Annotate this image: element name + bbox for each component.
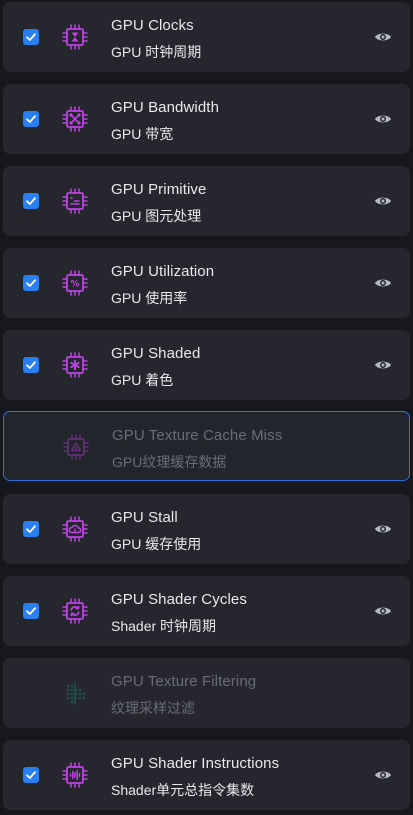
waveform-chip-icon	[59, 759, 91, 791]
metric-checkbox[interactable]	[23, 29, 39, 45]
metric-row[interactable]: GPU Shader Instructions Shader单元总指令集数	[3, 740, 410, 810]
metric-title: GPU Texture Filtering	[111, 673, 257, 690]
cache-chip-icon	[60, 431, 92, 463]
metric-title: GPU Primitive	[111, 181, 207, 198]
metric-subtitle: Shader 时钟周期	[111, 618, 217, 634]
metric-title: GPU Shaded	[111, 345, 201, 362]
metric-subtitle: 纹理采样过滤	[111, 700, 195, 716]
svg-text:%: %	[70, 280, 79, 290]
percent-chip-icon: %	[59, 267, 91, 299]
eye-icon[interactable]	[374, 603, 392, 619]
metric-checkbox[interactable]	[23, 603, 39, 619]
metric-title: GPU Stall	[111, 509, 178, 526]
metric-title: GPU Shader Cycles	[111, 591, 247, 608]
metric-title: GPU Utilization	[111, 263, 215, 280]
metric-checkbox[interactable]	[23, 767, 39, 783]
bandwidth-chip-icon	[59, 103, 91, 135]
metric-row[interactable]: GPU Shaded GPU 着色	[3, 330, 410, 400]
asterisk-chip-icon	[59, 349, 91, 381]
cloud-chip-icon	[59, 513, 91, 545]
metric-checkbox[interactable]	[23, 111, 39, 127]
metric-checkbox[interactable]	[23, 521, 39, 537]
metric-subtitle: GPU 缓存使用	[111, 536, 202, 552]
metric-title: GPU Clocks	[111, 17, 194, 34]
metric-row[interactable]: GPU Clocks GPU 时钟周期	[3, 2, 410, 72]
hourglass-chip-icon	[59, 21, 91, 53]
metric-row[interactable]: GPU Texture Filtering 纹理采样过滤	[3, 658, 410, 728]
metric-row[interactable]: % GPU Utilization GPU 使用率	[3, 248, 410, 318]
metric-subtitle: GPU纹理缓存数据	[112, 454, 227, 470]
metric-row[interactable]: GPU Texture Cache Miss GPU纹理缓存数据	[3, 411, 410, 481]
primitive-chip-icon	[59, 185, 91, 217]
eye-icon[interactable]	[374, 111, 392, 127]
metric-title: GPU Bandwidth	[111, 99, 220, 116]
metric-checkbox[interactable]	[23, 275, 39, 291]
eye-icon[interactable]	[374, 521, 392, 537]
metric-checkbox[interactable]	[23, 357, 39, 373]
metric-subtitle: GPU 着色	[111, 372, 174, 388]
filter-dots-icon	[59, 677, 91, 709]
eye-icon[interactable]	[374, 767, 392, 783]
metric-row[interactable]: GPU Primitive GPU 图元处理	[3, 166, 410, 236]
metric-row[interactable]: GPU Bandwidth GPU 带宽	[3, 84, 410, 154]
eye-icon[interactable]	[374, 275, 392, 291]
cycle-chip-icon	[59, 595, 91, 627]
eye-icon[interactable]	[374, 193, 392, 209]
metric-subtitle: GPU 带宽	[111, 126, 174, 142]
metric-title: GPU Shader Instructions	[111, 755, 280, 772]
eye-icon[interactable]	[374, 29, 392, 45]
metric-title: GPU Texture Cache Miss	[112, 427, 283, 444]
metric-subtitle: Shader单元总指令集数	[111, 782, 255, 798]
metric-list: GPU Clocks GPU 时钟周期 GPU Bandwidth GPU 带宽…	[0, 0, 413, 815]
metric-subtitle: GPU 使用率	[111, 290, 188, 306]
metric-row[interactable]: GPU Stall GPU 缓存使用	[3, 494, 410, 564]
metric-row[interactable]: GPU Shader Cycles Shader 时钟周期	[3, 576, 410, 646]
metric-subtitle: GPU 图元处理	[111, 208, 202, 224]
eye-icon[interactable]	[374, 357, 392, 373]
metric-subtitle: GPU 时钟周期	[111, 44, 202, 60]
metric-checkbox[interactable]	[23, 193, 39, 209]
